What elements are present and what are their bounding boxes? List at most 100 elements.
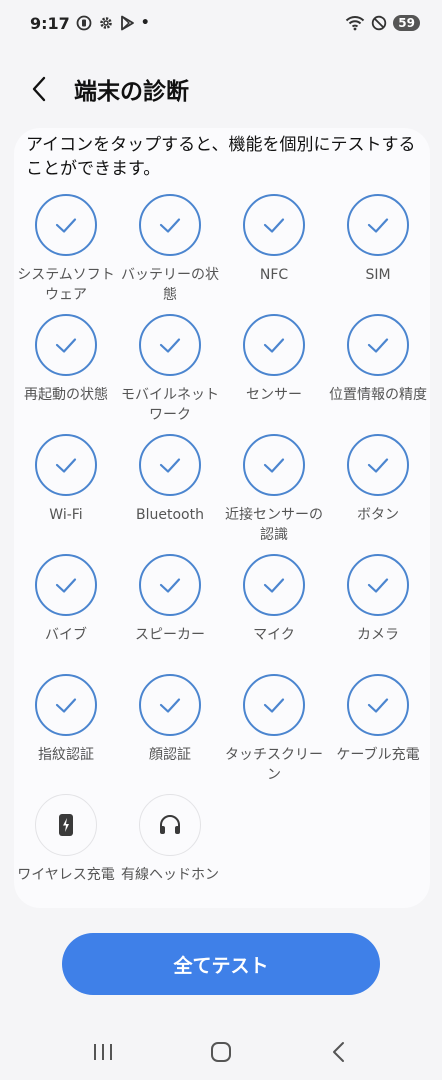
test-label: モバイルネットワーク — [121, 387, 219, 423]
test-all-button[interactable]: 全てテスト — [62, 933, 380, 995]
test-item[interactable]: システムソフトウェア — [14, 194, 118, 314]
check-icon — [364, 214, 392, 236]
test-label: システムソフトウェア — [17, 267, 115, 303]
back-nav-button[interactable] — [309, 1027, 369, 1077]
test-item[interactable]: スピーカー — [118, 554, 222, 674]
check-icon — [52, 214, 80, 236]
check-icon — [260, 454, 288, 476]
test-item[interactable]: センサー — [222, 314, 326, 434]
test-label: 指紋認証 — [38, 747, 94, 763]
battery-indicator: 59 — [393, 15, 420, 31]
check-icon — [52, 454, 80, 476]
check-icon — [364, 694, 392, 716]
back-button[interactable] — [30, 69, 62, 109]
check-icon — [260, 574, 288, 596]
test-item[interactable]: バッテリーの状態 — [118, 194, 222, 314]
test-item[interactable]: SIM — [326, 194, 430, 314]
test-status-circle — [139, 194, 201, 256]
test-label: ボタン — [357, 507, 399, 523]
check-icon — [52, 574, 80, 596]
test-status-circle — [243, 434, 305, 496]
test-item[interactable]: ワイヤレス充電 — [14, 794, 118, 908]
test-label: 再起動の状態 — [24, 387, 108, 403]
back-icon — [333, 1042, 344, 1062]
test-item[interactable]: 指紋認証 — [14, 674, 118, 794]
test-item[interactable]: 顔認証 — [118, 674, 222, 794]
test-item[interactable]: バイブ — [14, 554, 118, 674]
test-status-circle — [35, 314, 97, 376]
test-item[interactable]: Wi-Fi — [14, 434, 118, 554]
test-status-circle — [347, 194, 409, 256]
test-item[interactable]: 近接センサーの認識 — [222, 434, 326, 554]
diagnostics-card: アイコンをタップすると、機能を個別にテストすることができます。 システムソフトウ… — [14, 128, 430, 908]
test-status-circle — [35, 194, 97, 256]
test-item[interactable]: ボタン — [326, 434, 430, 554]
test-item[interactable]: Bluetooth — [118, 434, 222, 554]
test-label: 近接センサーの認識 — [225, 507, 323, 543]
recent-apps-button[interactable] — [73, 1027, 133, 1077]
status-left: 9:17 • — [30, 14, 150, 33]
check-icon — [52, 694, 80, 716]
test-item[interactable]: 再起動の状態 — [14, 314, 118, 434]
test-label: SIM — [365, 267, 391, 283]
test-label: ケーブル充電 — [336, 747, 420, 763]
test-status-circle — [35, 554, 97, 616]
test-item[interactable]: モバイルネットワーク — [118, 314, 222, 434]
test-status-circle — [139, 674, 201, 736]
home-button[interactable] — [191, 1027, 251, 1077]
test-status-circle — [243, 674, 305, 736]
test-status-circle — [35, 434, 97, 496]
status-right: 59 — [345, 15, 420, 31]
headphones-icon — [158, 814, 182, 836]
test-item[interactable]: タッチスクリーン — [222, 674, 326, 794]
intro-text: アイコンをタップすると、機能を個別にテストすることができます。 — [26, 135, 416, 179]
test-label: NFC — [259, 267, 289, 283]
test-item[interactable]: カメラ — [326, 554, 430, 674]
test-label: スピーカー — [135, 627, 205, 643]
test-item[interactable]: NFC — [222, 194, 326, 314]
test-label: Bluetooth — [136, 507, 204, 523]
test-grid: システムソフトウェア バッテリーの状態 NFC SIM 再起動の状態 モバイルネットワーク… — [14, 194, 430, 908]
test-status-circle — [347, 554, 409, 616]
test-icon-circle — [35, 794, 97, 856]
test-item[interactable]: マイク — [222, 554, 326, 674]
check-icon — [364, 574, 392, 596]
check-icon — [260, 334, 288, 356]
test-label: 位置情報の精度 — [329, 387, 427, 403]
home-icon — [211, 1042, 231, 1062]
test-label: タッチスクリーン — [225, 747, 323, 783]
test-status-circle — [243, 194, 305, 256]
gear-icon — [98, 15, 114, 31]
test-status-circle — [243, 554, 305, 616]
wireless-charging-icon — [58, 813, 74, 837]
test-item[interactable]: ケーブル充電 — [326, 674, 430, 794]
test-label: センサー — [246, 387, 302, 403]
test-label: ワイヤレス充電 — [17, 867, 115, 883]
test-label: マイク — [253, 627, 295, 643]
check-icon — [260, 694, 288, 716]
test-status-circle — [139, 554, 201, 616]
test-status-circle — [347, 674, 409, 736]
record-icon — [76, 15, 92, 31]
test-status-circle — [347, 314, 409, 376]
status-bar: 9:17 • 59 — [0, 0, 442, 46]
check-icon — [156, 334, 184, 356]
navigation-bar — [0, 1024, 442, 1080]
test-item[interactable]: 位置情報の精度 — [326, 314, 430, 434]
chevron-left-icon — [32, 76, 46, 102]
notification-dot: • — [140, 15, 150, 31]
header: 端末の診断 — [0, 66, 442, 112]
test-status-circle — [347, 434, 409, 496]
check-icon — [156, 214, 184, 236]
test-item[interactable]: 有線ヘッドホン — [118, 794, 222, 908]
page-title: 端末の診断 — [74, 79, 189, 105]
play-store-icon — [120, 15, 135, 31]
test-label: バイブ — [45, 627, 87, 643]
test-status-circle — [35, 674, 97, 736]
check-icon — [364, 454, 392, 476]
check-icon — [364, 334, 392, 356]
status-time: 9:17 — [30, 13, 70, 33]
test-label: バッテリーの状態 — [121, 267, 219, 303]
do-not-disturb-icon — [371, 15, 387, 31]
check-icon — [156, 454, 184, 476]
